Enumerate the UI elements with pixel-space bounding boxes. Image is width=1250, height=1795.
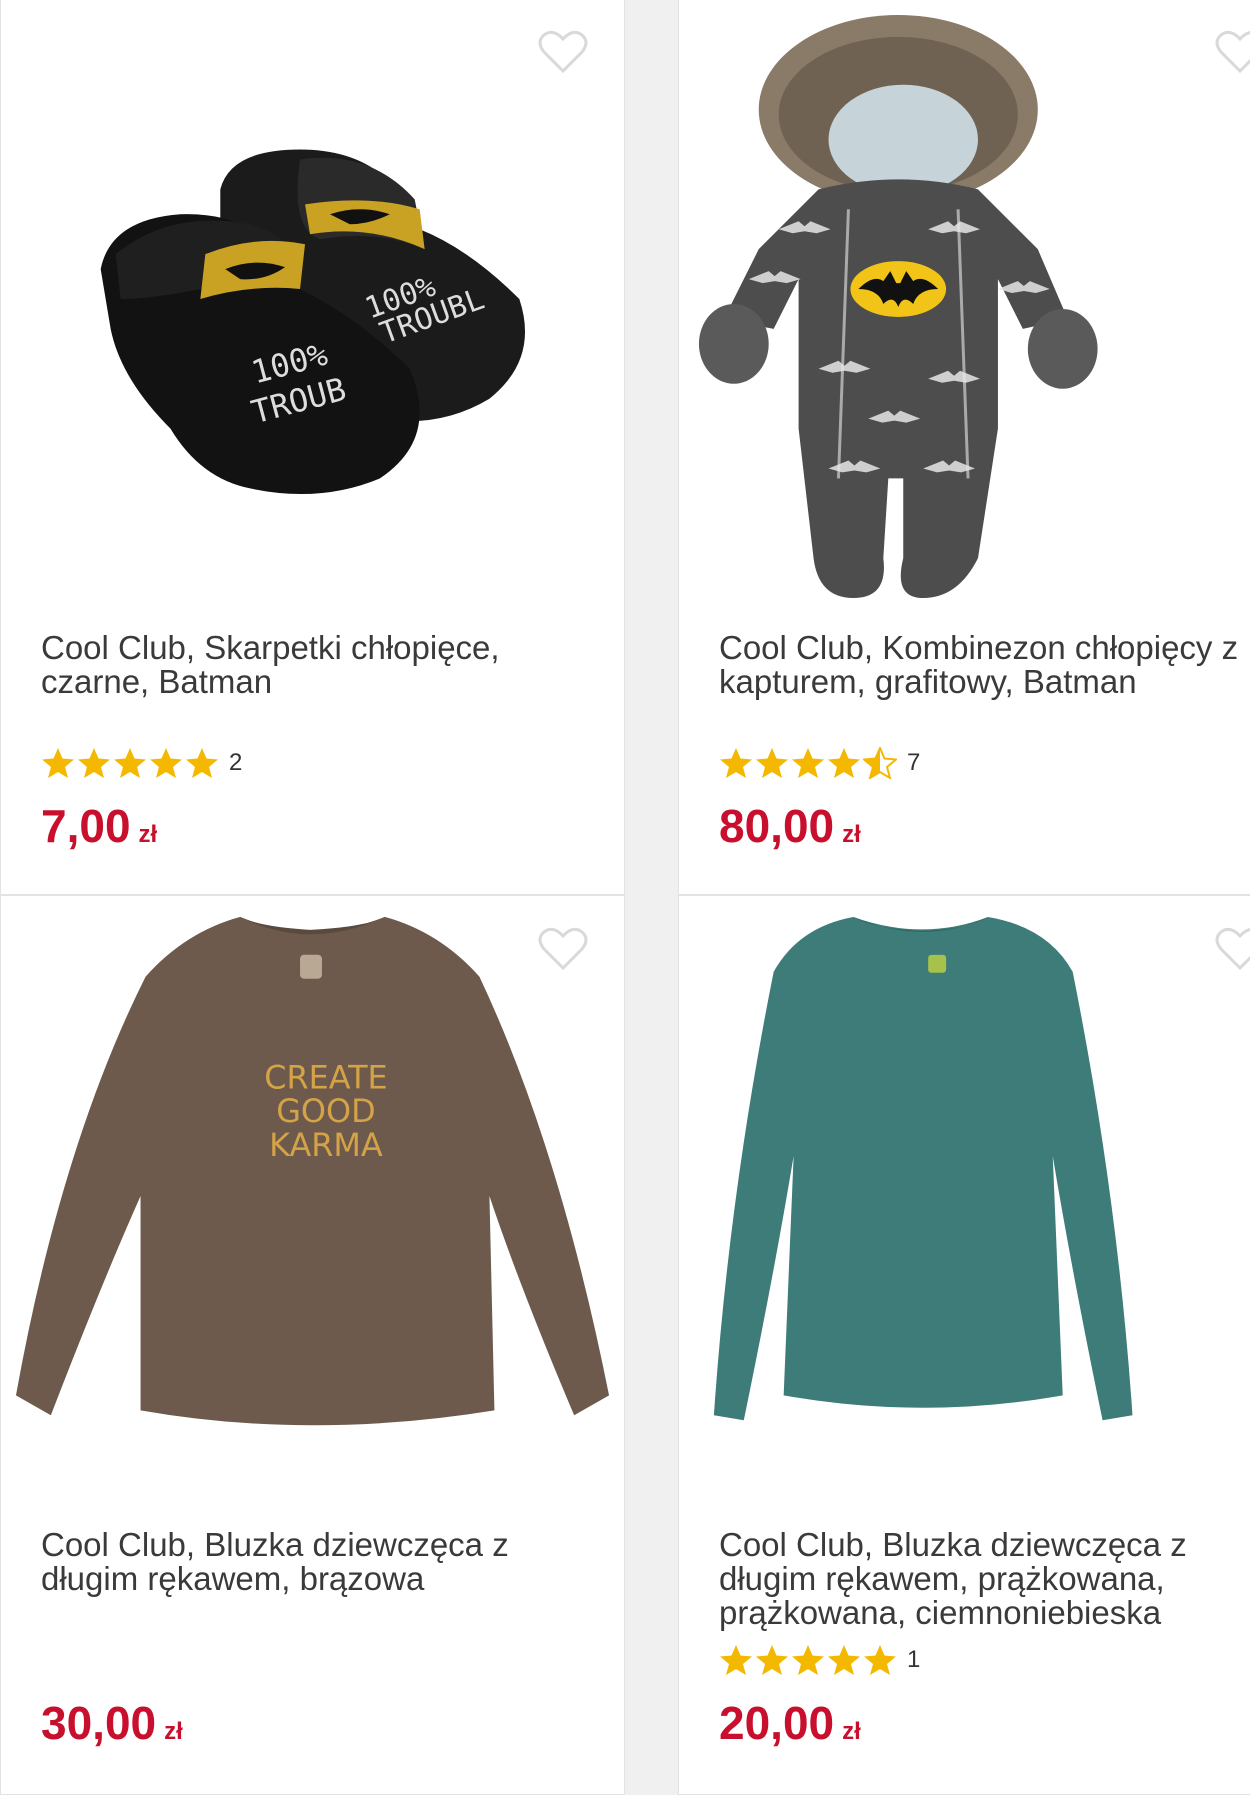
product-price: 20,00 zł <box>719 1696 861 1750</box>
product-card[interactable]: CREATE GOOD KARMA Cool Club, Bluzka dzie… <box>0 895 625 1795</box>
price-amount: 80,00 <box>719 800 835 852</box>
star-icon <box>792 1645 824 1675</box>
star-icon <box>720 748 752 778</box>
star-rating: 2 <box>41 747 242 779</box>
price-amount: 30,00 <box>41 1697 157 1749</box>
star-icon <box>792 748 824 778</box>
star-icon <box>186 748 218 778</box>
heart-icon[interactable] <box>538 29 588 75</box>
product-price: 7,00 zł <box>41 799 157 853</box>
price-currency: zł <box>138 821 158 848</box>
star-icon <box>756 748 788 778</box>
svg-text:CREATE: CREATE <box>264 1058 387 1096</box>
product-image-teal-top[interactable] <box>679 896 1250 1506</box>
rating-count: 7 <box>907 749 921 776</box>
product-grid: 100% TROUBL 100% TROUB Cool Club, Skarpe… <box>0 0 1250 1795</box>
svg-text:GOOD: GOOD <box>276 1092 375 1130</box>
star-half-icon <box>863 747 897 779</box>
rating-count: 1 <box>907 1646 921 1673</box>
star-icon <box>42 748 74 778</box>
heart-icon[interactable] <box>1215 926 1250 972</box>
product-card[interactable]: 100% TROUBL 100% TROUB Cool Club, Skarpe… <box>0 0 625 895</box>
product-price: 30,00 zł <box>41 1696 183 1750</box>
price-currency: zł <box>842 1718 861 1745</box>
price-currency: zł <box>842 821 861 848</box>
product-title[interactable]: Cool Club, Kombinezon chłopięcy z kaptur… <box>719 631 1250 699</box>
price-currency: zł <box>164 1718 183 1745</box>
price-amount: 7,00 <box>41 800 131 852</box>
svg-text:KARMA: KARMA <box>269 1126 383 1164</box>
star-icon <box>114 748 146 778</box>
product-image-snowsuit[interactable] <box>679 0 1250 609</box>
product-card[interactable]: Cool Club, Bluzka dziewczęca z długim rę… <box>678 895 1250 1795</box>
star-icon <box>756 1645 788 1675</box>
star-icon <box>78 748 110 778</box>
product-title[interactable]: Cool Club, Bluzka dziewczęca z długim rę… <box>41 1528 624 1596</box>
price-amount: 20,00 <box>719 1697 835 1749</box>
product-title[interactable]: Cool Club, Bluzka dziewczęca z długim rę… <box>719 1528 1250 1630</box>
heart-icon[interactable] <box>1215 29 1250 75</box>
star-icon <box>720 1645 752 1675</box>
star-rating: 7 <box>719 747 920 779</box>
product-image-socks[interactable]: 100% TROUBL 100% TROUB <box>1 0 624 609</box>
sweater-print: CREATE GOOD KARMA <box>264 1058 387 1164</box>
star-icon <box>150 748 182 778</box>
star-rating: 1 <box>719 1644 920 1676</box>
star-icon <box>828 1645 860 1675</box>
star-icon <box>864 1645 896 1675</box>
heart-icon[interactable] <box>538 926 588 972</box>
product-image-brown-sweater[interactable]: CREATE GOOD KARMA <box>1 896 624 1506</box>
product-price: 80,00 zł <box>719 799 861 853</box>
star-icon <box>828 748 860 778</box>
product-title[interactable]: Cool Club, Skarpetki chłopięce, czarne, … <box>41 631 624 699</box>
product-card[interactable]: Cool Club, Kombinezon chłopięcy z kaptur… <box>678 0 1250 895</box>
rating-count: 2 <box>229 749 243 776</box>
